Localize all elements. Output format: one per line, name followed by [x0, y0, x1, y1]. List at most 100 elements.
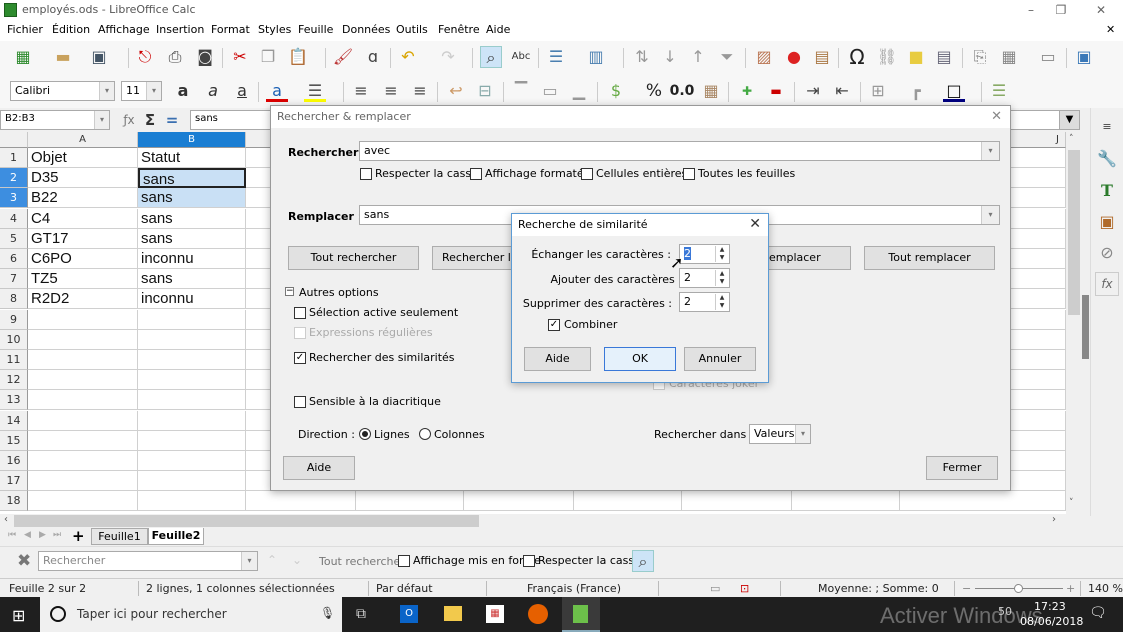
- sort-ascending-icon[interactable]: ↓: [659, 46, 681, 68]
- cell-b[interactable]: sans: [138, 208, 246, 229]
- minimize-button[interactable]: –: [1022, 2, 1040, 18]
- chevron-down-icon[interactable]: ▾: [99, 82, 114, 100]
- sheet-tab-feuille2[interactable]: Feuille2: [148, 528, 204, 545]
- combine-checkbox[interactable]: ✓: [548, 319, 560, 331]
- cell[interactable]: [464, 491, 574, 512]
- spin-arrows-icon[interactable]: ▲ ▼: [715, 246, 728, 262]
- split-window-icon[interactable]: ▭: [1037, 46, 1059, 68]
- sum-info[interactable]: Moyenne: ; Somme: 0: [818, 582, 939, 595]
- chevron-down-icon[interactable]: ▾: [981, 206, 999, 224]
- row-header[interactable]: 2: [0, 168, 28, 189]
- row-header[interactable]: 9: [0, 309, 28, 330]
- remove-spinner[interactable]: 2 ▲ ▼: [679, 292, 730, 312]
- cell-b[interactable]: [138, 410, 246, 431]
- clear-format-icon[interactable]: ɑ: [362, 46, 384, 68]
- cell-b[interactable]: [138, 491, 246, 512]
- scroll-left-icon[interactable]: ‹: [4, 514, 8, 525]
- close-dialog-icon[interactable]: ✕: [991, 109, 1002, 124]
- find-all-button[interactable]: Tout rechercher: [288, 246, 419, 270]
- cell-b[interactable]: [138, 451, 246, 471]
- row-header[interactable]: 14: [0, 410, 28, 431]
- cell-a[interactable]: [28, 410, 138, 431]
- close-dialog-icon[interactable]: ✕: [749, 216, 761, 232]
- highlight-color-icon[interactable]: ☰: [304, 80, 326, 102]
- entire-cells-checkbox[interactable]: [581, 168, 593, 180]
- collapse-icon[interactable]: −: [285, 287, 294, 296]
- taskbar-search[interactable]: Taper ici pour rechercher 🎙: [40, 597, 342, 632]
- chevron-down-icon[interactable]: ▾: [241, 552, 257, 570]
- autofilter-icon[interactable]: ⏷: [716, 46, 738, 68]
- row-header[interactable]: 5: [0, 228, 28, 249]
- menu-aide[interactable]: Aide: [486, 23, 510, 36]
- zoom-out-button[interactable]: −: [962, 582, 971, 595]
- cell-a[interactable]: [28, 491, 138, 512]
- row-icon[interactable]: ☰: [545, 46, 567, 68]
- row-header[interactable]: 4: [0, 208, 28, 229]
- menu-edition[interactable]: Édition: [52, 23, 90, 36]
- wrap-text-icon[interactable]: ↩: [445, 80, 467, 102]
- zoom-level[interactable]: 140 %: [1088, 582, 1123, 595]
- header-footer-icon[interactable]: ▤: [933, 46, 955, 68]
- pivot-table-icon[interactable]: ▤: [811, 46, 833, 68]
- row-header[interactable]: 16: [0, 451, 28, 471]
- hscrollbar-thumb[interactable]: [14, 515, 479, 527]
- menu-fichier[interactable]: Fichier: [7, 23, 43, 36]
- cell[interactable]: [574, 491, 682, 512]
- add-spinner[interactable]: 2 ▲ ▼: [679, 268, 730, 288]
- font-size-box[interactable]: 11 ▾: [121, 81, 162, 101]
- file-explorer-icon[interactable]: [444, 606, 462, 621]
- font-color-icon[interactable]: a: [266, 80, 288, 102]
- find-toolbar-input[interactable]: Rechercher ▾: [38, 551, 258, 571]
- last-sheet-icon[interactable]: ⏭: [53, 530, 61, 540]
- cell-a[interactable]: [28, 370, 138, 391]
- similarity-checkbox[interactable]: ✓: [294, 352, 306, 364]
- scroll-right-icon[interactable]: ›: [1052, 514, 1056, 525]
- cell-b[interactable]: sans: [138, 269, 246, 290]
- row-header[interactable]: 8: [0, 289, 28, 310]
- spin-arrows-icon[interactable]: ▲ ▼: [715, 270, 728, 286]
- column-icon[interactable]: ▥: [585, 46, 607, 68]
- search-in-select[interactable]: Valeurs ▾: [749, 424, 811, 444]
- close-document-button[interactable]: ✕: [1106, 23, 1115, 36]
- properties-icon[interactable]: 🔧: [1096, 148, 1118, 170]
- functions-icon[interactable]: fx: [1095, 272, 1119, 296]
- print-icon[interactable]: ⎙: [164, 46, 186, 68]
- scroll-up-icon[interactable]: ˄: [1069, 134, 1074, 144]
- find-previous-icon[interactable]: ⌃: [267, 553, 277, 567]
- search-input[interactable]: avec ▾: [359, 141, 1000, 161]
- spin-arrows-icon[interactable]: ▲ ▼: [715, 294, 728, 310]
- conditional-format-icon[interactable]: ☰: [988, 80, 1010, 102]
- undo-icon[interactable]: ↶: [397, 46, 419, 68]
- cell-a[interactable]: [28, 350, 138, 370]
- firefox-icon[interactable]: [528, 604, 548, 624]
- row-header[interactable]: 6: [0, 249, 28, 269]
- cell-b[interactable]: inconnu: [138, 289, 246, 310]
- row-header[interactable]: 1: [0, 148, 28, 168]
- row-header[interactable]: 10: [0, 329, 28, 350]
- date-format-icon[interactable]: ▦: [700, 80, 722, 102]
- comment-icon[interactable]: ■: [905, 46, 927, 68]
- spelling-icon[interactable]: Abc: [510, 46, 532, 68]
- action-center-icon[interactable]: 🗨: [1089, 605, 1107, 621]
- menu-donnees[interactable]: Données: [342, 23, 390, 36]
- prev-sheet-icon[interactable]: ◀: [24, 530, 31, 540]
- scrollbar-thumb[interactable]: [1068, 150, 1080, 315]
- row-header[interactable]: 11: [0, 350, 28, 370]
- border-color-icon[interactable]: □: [943, 80, 965, 102]
- percent-format-icon[interactable]: %: [643, 80, 665, 102]
- close-window-button[interactable]: ✕: [1092, 2, 1110, 18]
- merge-cells-icon[interactable]: ⊟: [474, 80, 496, 102]
- cell-b[interactable]: [138, 430, 246, 451]
- borders-icon[interactable]: ⊞: [867, 80, 889, 102]
- next-sheet-icon[interactable]: ▶: [39, 530, 46, 540]
- windows-start-icon[interactable]: ⊞: [12, 606, 25, 625]
- find-replace-icon[interactable]: ⌕: [480, 46, 502, 68]
- cell-a[interactable]: Objet: [28, 148, 138, 168]
- direction-columns-radio[interactable]: [419, 428, 431, 440]
- clock-time[interactable]: 17:23: [1034, 600, 1066, 613]
- align-top-icon[interactable]: ▔: [510, 80, 532, 102]
- open-folder-icon[interactable]: ▬: [52, 46, 74, 68]
- language[interactable]: Français (France): [527, 582, 621, 595]
- chevron-down-icon[interactable]: ▾: [981, 142, 999, 160]
- row-header[interactable]: 17: [0, 471, 28, 492]
